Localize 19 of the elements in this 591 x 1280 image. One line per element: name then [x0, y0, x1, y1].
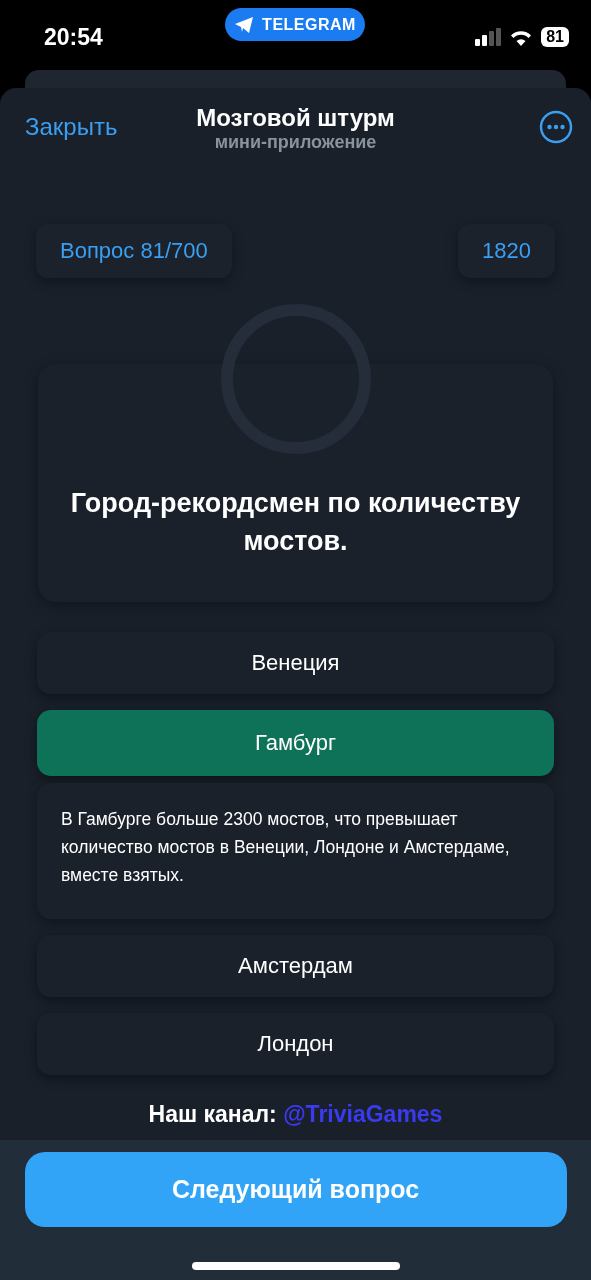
- answer-option[interactable]: Гамбург: [37, 710, 554, 776]
- app-title: Мозговой штурм: [196, 104, 395, 132]
- channel-label: Наш канал:: [148, 1101, 277, 1127]
- question-text: Город-рекордсмен по количеству мостов.: [69, 487, 522, 558]
- more-icon[interactable]: [539, 110, 573, 144]
- answer-option[interactable]: Амстердам: [37, 935, 554, 997]
- answer-option[interactable]: Лондон: [37, 1013, 554, 1075]
- status-time: 20:54: [44, 23, 103, 51]
- wifi-icon: [509, 28, 534, 46]
- battery-level: 81: [541, 27, 569, 47]
- answer-explanation: В Гамбурге больше 2300 мостов, что превышает количество мостов в Венеции, Лондоне и Амстердаме, вместе взятых.: [37, 783, 554, 919]
- paper-plane-icon: [234, 15, 255, 34]
- signal-icon: [475, 28, 502, 46]
- close-button[interactable]: Закрыть: [25, 113, 118, 141]
- score: 1820: [458, 224, 555, 278]
- question-counter: Вопрос 81/700: [36, 224, 232, 278]
- app-subtitle: мини-приложение: [214, 132, 377, 153]
- telegram-pill[interactable]: TELEGRAM: [225, 8, 365, 41]
- answer-option[interactable]: Венеция: [37, 632, 554, 694]
